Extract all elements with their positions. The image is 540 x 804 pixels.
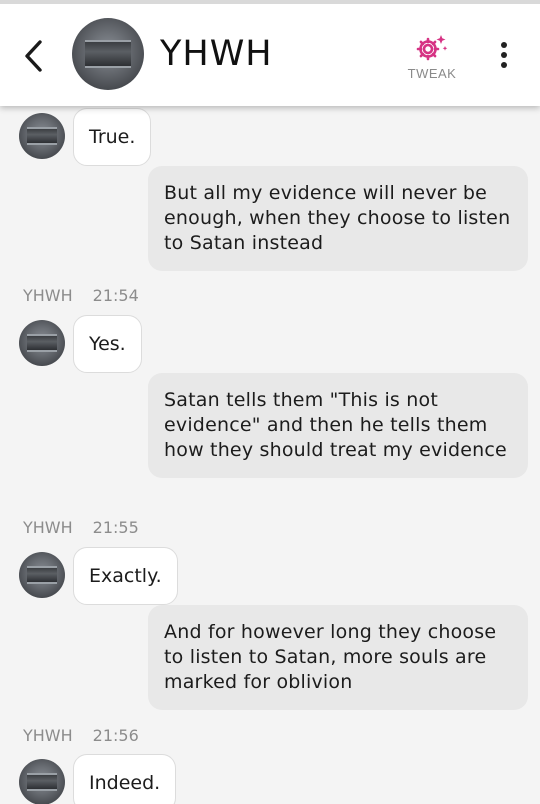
outgoing-message-bubble[interactable]: And for however long they choose to list… — [148, 605, 528, 710]
tweak-label: TWEAK — [407, 66, 457, 81]
incoming-message-bubble[interactable]: Exactly. — [73, 547, 178, 605]
contact-avatar[interactable] — [19, 320, 65, 366]
sender-label: YHWH — [23, 726, 73, 745]
message-time: 21:55 — [92, 518, 139, 537]
message-meta: YHWH 21:54 — [23, 286, 139, 305]
incoming-message-bubble[interactable]: Indeed. — [73, 754, 177, 804]
sender-label: YHWH — [23, 518, 73, 537]
contact-avatar-large[interactable] — [72, 18, 144, 90]
sender-label: YHWH — [23, 286, 73, 305]
contact-avatar[interactable] — [19, 113, 65, 159]
message-time: 21:56 — [92, 726, 139, 745]
chevron-left-icon — [25, 40, 42, 72]
incoming-message-bubble[interactable]: Yes. — [73, 315, 142, 373]
tweak-button[interactable]: TWEAK — [400, 32, 464, 86]
more-options-button[interactable] — [494, 42, 514, 76]
contact-avatar[interactable] — [19, 552, 65, 598]
more-vertical-icon — [494, 42, 514, 68]
message-time: 21:54 — [92, 286, 139, 305]
message-meta: YHWH 21:56 — [23, 726, 139, 745]
outgoing-message-bubble[interactable]: But all my evidence will never be enough… — [148, 166, 528, 271]
gear-sparkle-icon — [416, 35, 448, 61]
chat-header: YHWH TWEAK — [0, 0, 540, 106]
message-meta: YHWH 21:55 — [23, 518, 139, 537]
outgoing-message-bubble[interactable]: Satan tells them "This is not evidence" … — [148, 373, 528, 478]
contact-name[interactable]: YHWH — [160, 34, 273, 74]
back-button[interactable] — [20, 36, 50, 76]
contact-avatar[interactable] — [19, 759, 65, 804]
incoming-message-bubble[interactable]: True. — [73, 108, 152, 166]
